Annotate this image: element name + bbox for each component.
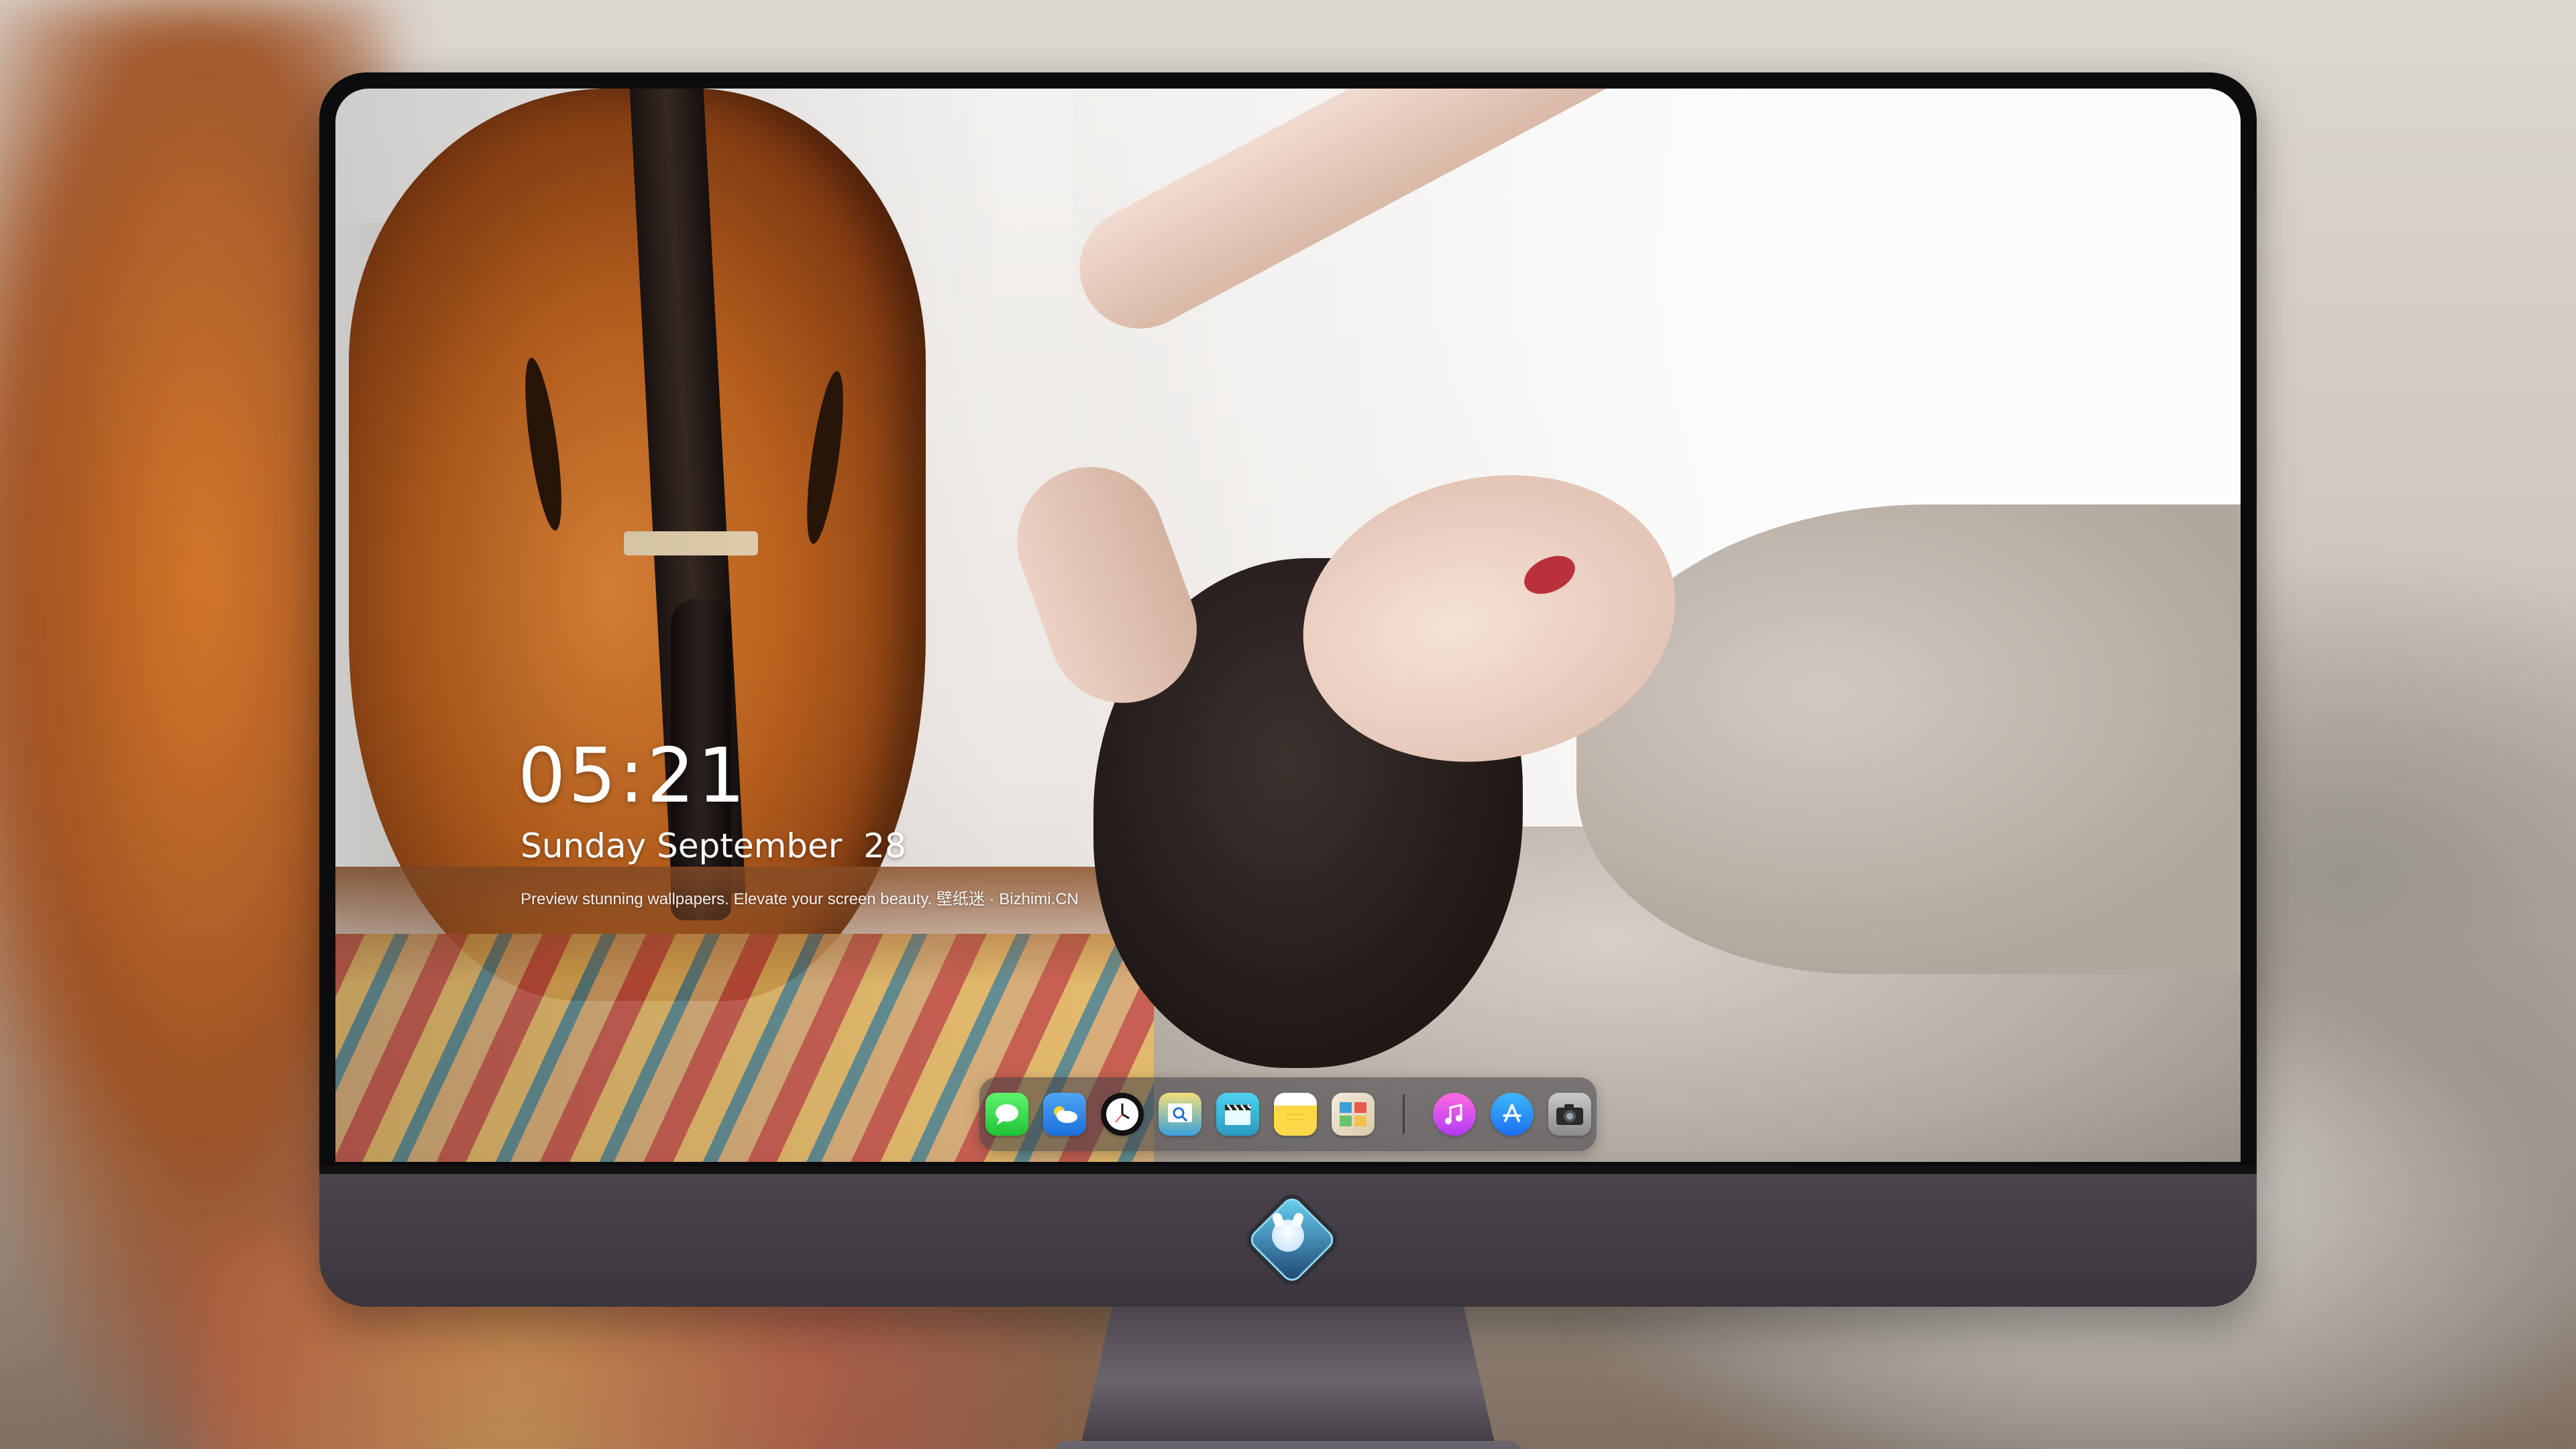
photo-collage-icon[interactable]	[1331, 1093, 1375, 1136]
messages-icon[interactable]	[985, 1093, 1028, 1136]
wallpaper-vignette	[335, 89, 2241, 1162]
monitor-stand-base	[990, 1441, 1586, 1449]
monitor: 05:21 Sunday September 28 Preview stunni…	[319, 72, 2257, 1449]
dock-separator	[1402, 1094, 1405, 1134]
monitor-stand-neck	[1079, 1307, 1497, 1449]
weather-icon[interactable]	[1042, 1093, 1086, 1136]
camera-icon[interactable]	[1548, 1093, 1591, 1136]
clapperboard-icon[interactable]	[1216, 1093, 1259, 1136]
notes-icon[interactable]	[1273, 1093, 1317, 1136]
lock-tagline: Preview stunning wallpapers. Elevate you…	[521, 890, 1079, 908]
app-store-icon[interactable]	[1490, 1093, 1534, 1136]
lock-date: Sunday September 28	[521, 826, 906, 865]
dock	[979, 1077, 1597, 1151]
clock-icon[interactable]	[1100, 1093, 1144, 1136]
lock-screen[interactable]: 05:21 Sunday September 28 Preview stunni…	[335, 89, 2241, 1162]
music-icon[interactable]	[1432, 1093, 1476, 1136]
lock-clock: 05:21	[518, 733, 748, 820]
preview-icon[interactable]	[1158, 1093, 1201, 1136]
desktop-scene: 05:21 Sunday September 28 Preview stunni…	[0, 0, 2576, 1449]
